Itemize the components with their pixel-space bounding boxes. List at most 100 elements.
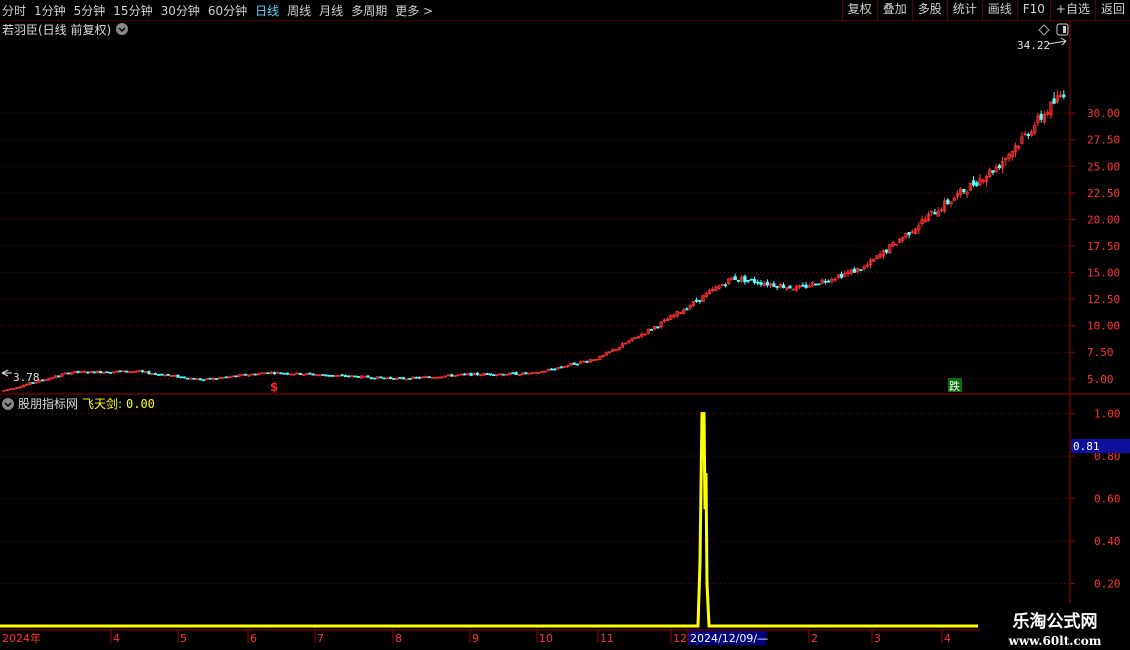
candle — [405, 378, 409, 381]
candle — [311, 373, 315, 376]
candle — [298, 372, 302, 376]
date-label: 10 — [539, 632, 553, 645]
candle — [472, 373, 476, 376]
candle — [704, 291, 708, 299]
price-tick-label: 27.50 — [1087, 134, 1120, 147]
candle — [901, 236, 905, 244]
candle — [128, 370, 132, 374]
candle — [514, 371, 518, 375]
candle — [247, 374, 251, 378]
low-arrow-icon — [1, 369, 12, 377]
candle — [157, 373, 161, 376]
date-label: 2 — [811, 632, 818, 645]
candle — [289, 373, 293, 376]
candle — [95, 370, 100, 374]
candle — [498, 373, 502, 376]
candle — [659, 320, 663, 330]
candle — [762, 281, 766, 287]
candle — [417, 376, 422, 379]
candle — [733, 273, 737, 281]
indicator-chevron-icon[interactable] — [2, 398, 14, 410]
candle — [57, 375, 61, 378]
indicator-current-value: 0.81 — [1073, 440, 1100, 453]
candle — [533, 371, 538, 374]
candle — [501, 373, 505, 376]
chart-title: 若羽臣(日线 前复权) — [2, 22, 111, 37]
candle — [144, 370, 148, 373]
candle — [482, 372, 486, 377]
candle — [108, 371, 112, 374]
candle — [1017, 145, 1021, 151]
candle — [617, 346, 621, 351]
candle — [653, 326, 657, 331]
candle — [437, 376, 441, 379]
candle — [401, 376, 406, 380]
candle — [440, 376, 444, 379]
candle — [975, 180, 979, 188]
candle — [285, 372, 290, 375]
candle — [730, 277, 734, 281]
candle — [44, 379, 48, 381]
candle — [920, 215, 924, 227]
candle — [398, 377, 402, 379]
candle — [1036, 112, 1040, 127]
candle — [421, 376, 425, 379]
candle — [843, 270, 847, 278]
candle — [785, 286, 789, 291]
candle — [221, 376, 225, 379]
candle — [1052, 91, 1056, 105]
candle — [2, 389, 6, 392]
candle — [585, 360, 589, 363]
chevron-down-icon[interactable] — [116, 23, 128, 35]
candle — [1023, 130, 1027, 137]
candle — [517, 373, 521, 376]
candle — [295, 372, 299, 375]
candle — [408, 377, 412, 380]
candle — [186, 377, 190, 380]
candle — [959, 187, 963, 198]
date-label: 2024年 — [2, 631, 41, 645]
candle — [234, 375, 238, 378]
candle — [917, 221, 921, 235]
candle — [182, 376, 186, 379]
candle — [1026, 132, 1030, 139]
date-label: 8 — [395, 632, 402, 645]
candle — [936, 207, 940, 217]
candle — [620, 341, 625, 348]
candle — [611, 348, 615, 352]
date-label: 5 — [180, 632, 187, 645]
candle — [60, 373, 64, 378]
stock-chart[interactable]: 30.0027.5025.0022.5020.0017.5015.0012.50… — [0, 0, 1130, 650]
date-label: 12 — [673, 632, 687, 645]
candle — [904, 232, 908, 239]
candle — [550, 367, 554, 371]
price-tick-label: 5.00 — [1087, 373, 1114, 386]
candle — [115, 370, 119, 374]
diamond-icon[interactable] — [1038, 24, 1050, 36]
candle — [727, 278, 731, 286]
candle — [968, 182, 972, 191]
candle — [488, 373, 493, 376]
watermark: 乐淘公式网 www.60lt.com — [980, 603, 1130, 650]
candle — [633, 336, 637, 339]
candle — [817, 283, 821, 286]
candle — [253, 373, 257, 376]
candle — [1046, 109, 1050, 116]
indicator-series-label: 飞天剑: — [82, 396, 122, 411]
price-tick-label: 15.00 — [1087, 267, 1120, 280]
candle — [607, 351, 612, 354]
candle — [578, 361, 583, 364]
candle — [575, 363, 579, 366]
candle — [878, 251, 882, 259]
candle — [266, 372, 270, 375]
candle — [134, 370, 138, 373]
price-tick-label: 7.50 — [1087, 346, 1114, 359]
panel-toggle-icon[interactable] — [1056, 23, 1069, 36]
candle — [794, 284, 799, 292]
candle — [395, 377, 399, 381]
candle — [282, 372, 286, 375]
candle — [649, 328, 654, 331]
candle — [47, 377, 51, 381]
candle — [1004, 157, 1008, 166]
candle — [86, 371, 90, 374]
